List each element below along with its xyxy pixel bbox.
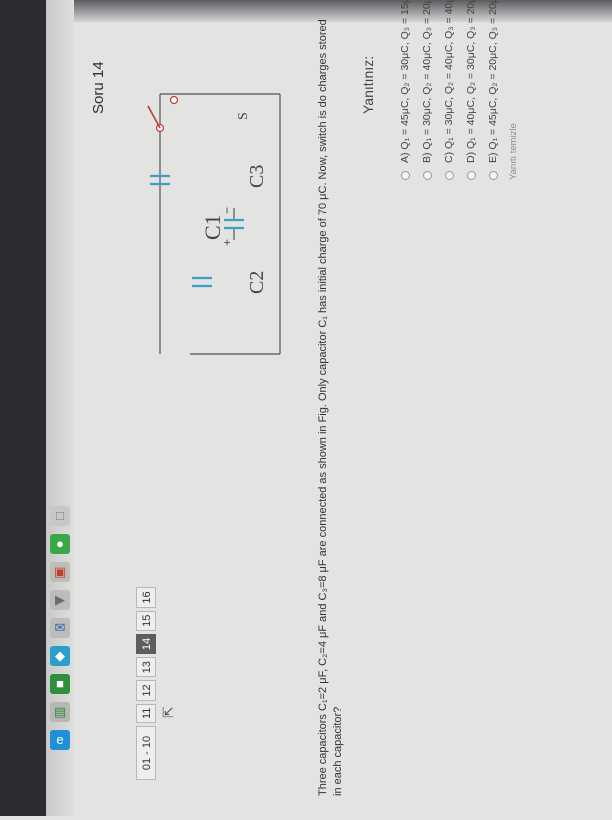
mouse-cursor-icon: ⇱: [160, 706, 176, 718]
option-d-radio[interactable]: [466, 171, 476, 180]
option-e[interactable]: E) Q₁ = 45μC, Q₂ = 20μC, Q₃ = 20μC: [482, 0, 504, 180]
mail-icon[interactable]: ✉: [50, 618, 70, 638]
option-b-radio[interactable]: [422, 171, 432, 180]
c1-minus-sign: −: [220, 206, 234, 214]
option-c-radio[interactable]: [444, 171, 454, 180]
answer-label: Yanıtınız:: [360, 55, 376, 114]
question-text: Three capacitors C₁=2 μF, C₂=4 μF and C₃…: [317, 19, 344, 796]
app-icon[interactable]: □: [50, 506, 70, 526]
file-icon[interactable]: ▣: [50, 562, 70, 582]
option-e-radio[interactable]: [488, 171, 498, 180]
page-title: Soru 14: [90, 61, 107, 114]
option-c-text: C) Q₁ = 30μC, Q₂ = 40μC, Q₃ = 40μC: [443, 0, 455, 163]
option-a[interactable]: A) Q₁ = 45μC, Q₂ = 30μC, Q₃ = 15μC: [394, 0, 416, 180]
switch-label: S: [236, 112, 251, 120]
page-16-button[interactable]: 16: [136, 587, 156, 608]
app-icon[interactable]: ◆: [50, 646, 70, 666]
c1-plus-sign: +: [220, 238, 234, 246]
page-15-button[interactable]: 15: [136, 610, 156, 631]
switch-contact-right: [169, 95, 179, 105]
option-b[interactable]: B) Q₁ = 30μC, Q₂ = 40μC, Q₃ = 20μC: [416, 0, 438, 180]
option-a-radio[interactable]: [400, 171, 410, 180]
c1-label: C1: [200, 214, 225, 240]
clear-answer-link[interactable]: Yanıtı temizle: [508, 0, 519, 180]
app-icon[interactable]: ■: [50, 674, 70, 694]
option-c[interactable]: C) Q₁ = 30μC, Q₂ = 40μC, Q₃ = 40μC: [438, 0, 460, 180]
answer-options: A) Q₁ = 45μC, Q₂ = 30μC, Q₃ = 15μC B) Q₁…: [394, 0, 519, 180]
browser-icon[interactable]: e: [50, 730, 70, 750]
page-11-button[interactable]: 11: [136, 703, 156, 723]
option-d[interactable]: D) Q₁ = 40μC, Q₂ = 30μC, Q₃ = 20μC: [460, 0, 482, 180]
c2-label: C2: [246, 270, 268, 294]
question-pager: 01 - 10 11 12 13 14 15 16: [136, 587, 156, 780]
option-a-text: A) Q₁ = 45μC, Q₂ = 30μC, Q₃ = 15μC: [399, 0, 411, 163]
quiz-page: Soru 14 01 - 10 11 12 13 14 15 16 ⇱ C1 C…: [70, 0, 612, 820]
folder-icon[interactable]: ▤: [50, 702, 70, 722]
page-range-button[interactable]: 01 - 10: [136, 726, 156, 780]
page-14-button[interactable]: 14: [136, 633, 156, 655]
option-e-text: E) Q₁ = 45μC, Q₂ = 20μC, Q₃ = 20μC: [487, 0, 499, 163]
media-icon[interactable]: ▶: [50, 590, 70, 610]
page-13-button[interactable]: 13: [136, 657, 156, 678]
c3-label: C3: [246, 164, 268, 188]
switch-arm: [147, 105, 161, 129]
app-icon[interactable]: ●: [50, 534, 70, 554]
screen: Soru 14 01 - 10 11 12 13 14 15 16 ⇱ C1 C…: [70, 0, 612, 820]
monitor-bezel: [0, 0, 46, 816]
option-d-text: D) Q₁ = 40μC, Q₂ = 30μC, Q₃ = 20μC: [465, 0, 477, 163]
page-12-button[interactable]: 12: [136, 680, 156, 701]
option-b-text: B) Q₁ = 30μC, Q₂ = 40μC, Q₃ = 20μC: [421, 0, 433, 163]
